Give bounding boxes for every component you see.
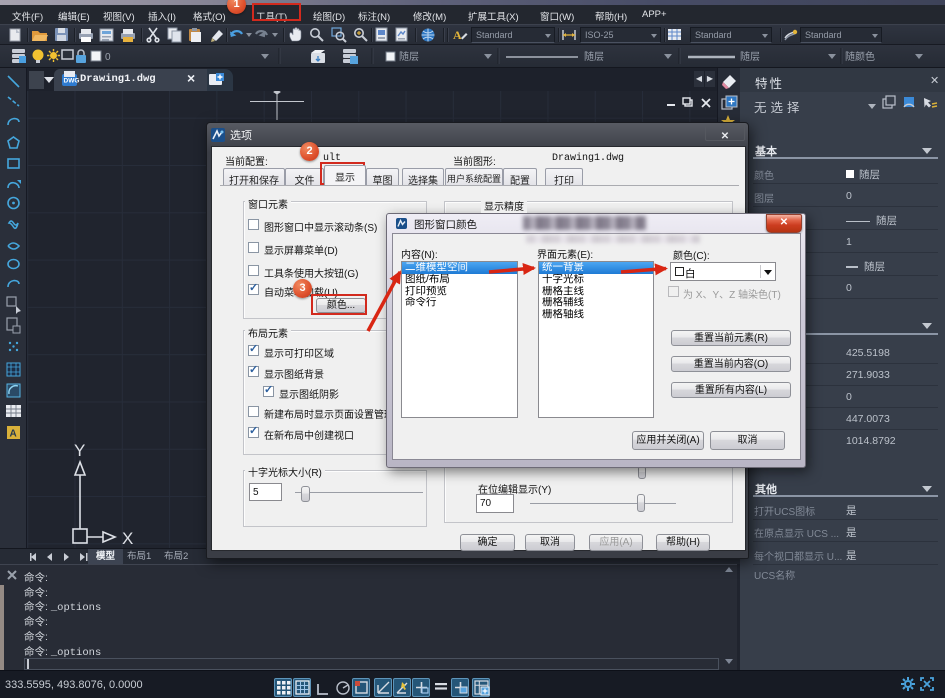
svg-text:随层: 随层 bbox=[740, 50, 760, 63]
svg-text:Y: Y bbox=[74, 441, 85, 460]
svg-text:A: A bbox=[453, 28, 462, 42]
svg-text:随层: 随层 bbox=[584, 50, 604, 63]
svg-text:X: X bbox=[122, 529, 133, 548]
svg-text:A: A bbox=[10, 429, 17, 440]
svg-text:随层: 随层 bbox=[399, 50, 419, 63]
svg-text:0: 0 bbox=[105, 52, 111, 63]
svg-text:DWG: DWG bbox=[64, 78, 80, 85]
svg-text:随颜色: 随颜色 bbox=[845, 50, 875, 63]
